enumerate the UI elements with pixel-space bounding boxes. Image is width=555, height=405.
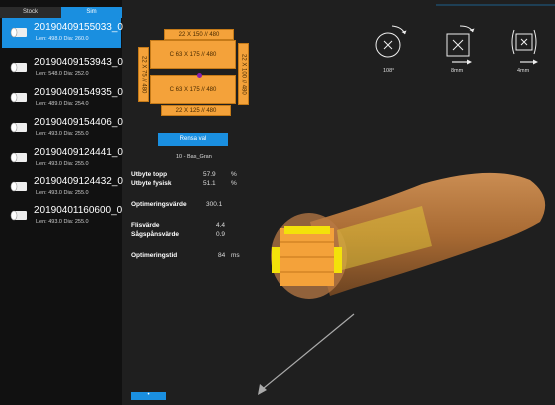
rotation-value: 108° [383, 68, 395, 74]
bottom-action-button[interactable]: • [131, 392, 166, 400]
offset-value: 8mm [451, 68, 464, 74]
log-icon [10, 122, 27, 133]
log-3d-view[interactable] [122, 150, 555, 405]
log-id: 20190409124432_0 [34, 176, 123, 187]
log-dimensions: Len: 548.0 Dia: 252.0 [36, 71, 89, 77]
pith-marker [197, 73, 202, 78]
log-dimensions: Len: 493.0 Dia: 255.0 [36, 161, 89, 167]
log-dimensions: Len: 493.0 Dia: 255.0 [36, 190, 89, 196]
top-accent-line [436, 4, 555, 6]
board-top[interactable]: 22 X 150 // 480 [164, 29, 234, 40]
log-icon [10, 27, 27, 38]
log-id: 20190401160600_0 [34, 205, 123, 216]
log-id: 20190409153943_0 [34, 57, 123, 68]
side-board-left [272, 247, 280, 273]
board-right[interactable]: 22 X 100 // 480 [238, 43, 249, 105]
reset-selection-button[interactable]: Rensa val [158, 133, 228, 146]
side-board-top [284, 226, 330, 234]
log-icon [10, 181, 27, 192]
log-icon [10, 92, 27, 103]
rotate-log-control[interactable] [368, 20, 412, 66]
board-left[interactable]: 22 X 75 // 480 [138, 47, 149, 102]
log-icon [10, 62, 27, 73]
log-sidebar: Stock Sim 20190409155033_0 Len: 498.0 Di… [0, 0, 123, 405]
tab-stock[interactable]: Stock [0, 7, 61, 18]
log-list-item[interactable]: 20190409153943_0 Len: 548.0 Dia: 252.0 [2, 53, 123, 83]
log-list-item[interactable]: 20190409155033_0 Len: 498.0 Dia: 260.0 [2, 18, 123, 48]
feed-direction-arrow [258, 384, 267, 395]
sidebar-tabs: Stock Sim [0, 7, 122, 18]
tab-sim[interactable]: Sim [61, 7, 122, 18]
log-id: 20190409154406_0 [34, 117, 123, 128]
skew-value: 4mm [517, 68, 530, 74]
log-dimensions: Len: 489.0 Dia: 254.0 [36, 101, 89, 107]
side-board-right [334, 247, 342, 273]
log-list-item[interactable]: 20190409124432_0 Len: 493.0 Dia: 255.0 [2, 172, 123, 202]
board-bottom[interactable]: 22 X 125 // 480 [161, 105, 231, 116]
log-dimensions: Len: 493.0 Dia: 255.0 [36, 219, 89, 225]
log-list-item[interactable]: 20190409154935_0 Len: 489.0 Dia: 254.0 [2, 83, 123, 113]
skew-log-control[interactable] [506, 26, 544, 70]
board-upper-center[interactable]: C 63 X 175 // 480 [150, 40, 236, 69]
log-icon [10, 210, 27, 221]
log-dimensions: Len: 498.0 Dia: 260.0 [36, 36, 89, 42]
app-window: Stock Sim 20190409155033_0 Len: 498.0 Di… [0, 0, 555, 405]
log-list-item[interactable]: 20190409154406_0 Len: 493.0 Dia: 255.0 [2, 113, 123, 143]
feed-direction-line [263, 313, 355, 389]
log-id: 20190409154935_0 [34, 87, 123, 98]
board-lower-center[interactable]: C 63 X 175 // 480 [150, 75, 236, 104]
log-id: 20190409155033_0 [34, 22, 123, 33]
log-dimensions: Len: 493.0 Dia: 255.0 [36, 131, 89, 137]
log-list-item[interactable]: 20190409124441_0 Len: 493.0 Dia: 255.0 [2, 143, 123, 173]
log-id: 20190409124441_0 [34, 147, 123, 158]
log-icon [10, 152, 27, 163]
offset-log-control[interactable] [440, 20, 480, 70]
log-list-item[interactable]: 20190401160600_0 Len: 493.0 Dia: 255.0 [2, 201, 123, 231]
